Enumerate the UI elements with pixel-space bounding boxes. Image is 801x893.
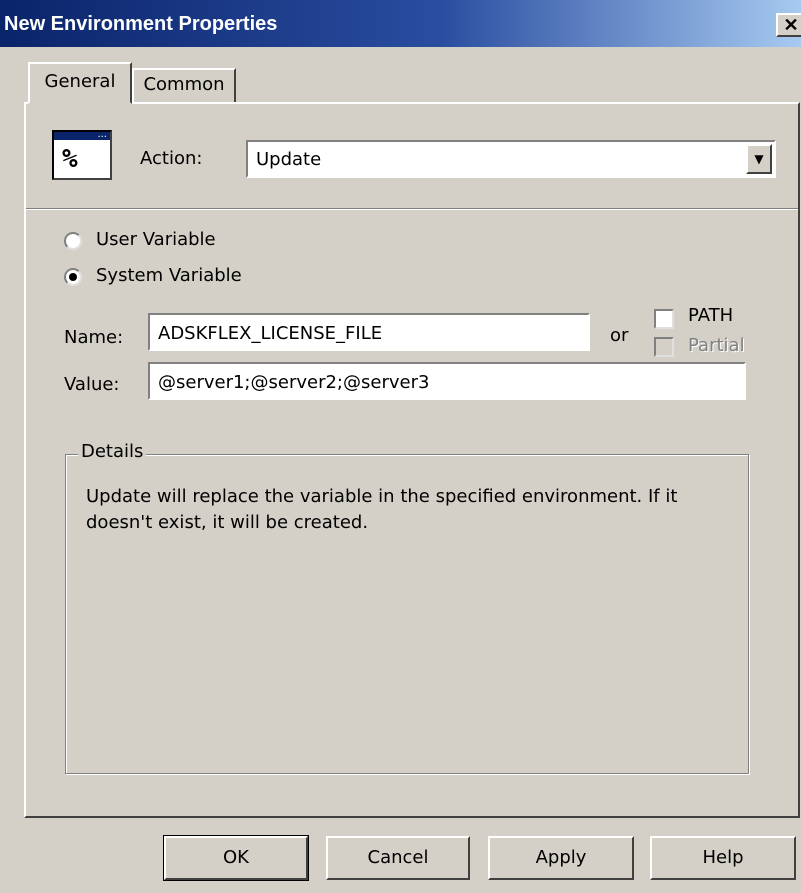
cancel-button[interactable]: Cancel bbox=[326, 836, 470, 880]
close-button[interactable]: ✕ bbox=[776, 13, 801, 37]
or-label: or bbox=[610, 325, 629, 346]
name-input[interactable] bbox=[158, 321, 576, 345]
apply-button[interactable]: Apply bbox=[488, 836, 634, 880]
cancel-button-label: Cancel bbox=[367, 847, 429, 868]
ok-button[interactable]: OK bbox=[163, 835, 309, 881]
system-variable-radio[interactable] bbox=[64, 268, 82, 286]
apply-button-label: Apply bbox=[535, 847, 587, 868]
percent-variable-icon: ... % bbox=[52, 130, 112, 180]
value-input[interactable] bbox=[158, 370, 732, 394]
tab-general[interactable]: General bbox=[28, 62, 132, 104]
tab-common-label: Common bbox=[143, 74, 225, 95]
ok-button-label: OK bbox=[223, 847, 249, 868]
path-label[interactable]: PATH bbox=[688, 305, 733, 326]
user-variable-radio[interactable] bbox=[64, 232, 82, 250]
details-text: Update will replace the variable in the … bbox=[86, 486, 678, 533]
system-variable-label[interactable]: System Variable bbox=[96, 265, 242, 286]
action-select[interactable]: Update ▼ bbox=[246, 140, 776, 178]
partial-checkbox[interactable] bbox=[654, 337, 674, 357]
value-label: Value: bbox=[64, 374, 120, 395]
tab-common[interactable]: Common bbox=[132, 68, 236, 102]
details-legend: Details bbox=[78, 441, 147, 462]
action-label: Action: bbox=[140, 148, 203, 169]
help-button[interactable]: Help bbox=[650, 836, 796, 880]
name-label: Name: bbox=[64, 327, 124, 348]
user-variable-label[interactable]: User Variable bbox=[96, 229, 216, 250]
window-title: New Environment Properties bbox=[4, 13, 278, 35]
value-field[interactable] bbox=[148, 362, 746, 400]
section-divider bbox=[26, 208, 798, 210]
path-checkbox[interactable] bbox=[654, 309, 674, 329]
close-icon: ✕ bbox=[783, 15, 799, 35]
help-button-label: Help bbox=[702, 847, 744, 868]
chevron-down-icon[interactable]: ▼ bbox=[746, 144, 772, 174]
tab-general-label: General bbox=[44, 71, 116, 92]
action-select-value: Update bbox=[256, 149, 322, 170]
name-field[interactable] bbox=[148, 313, 590, 351]
partial-label: Partial bbox=[688, 335, 745, 356]
title-bar: New Environment Properties ✕ bbox=[0, 0, 801, 47]
